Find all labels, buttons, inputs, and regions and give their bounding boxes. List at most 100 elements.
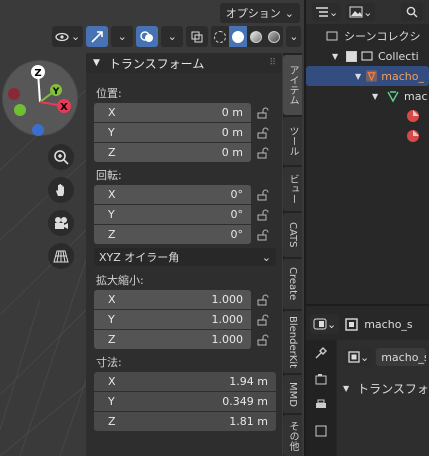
- rotation-x-field[interactable]: X 0°: [94, 185, 251, 204]
- viewport-nav-buttons: [48, 144, 74, 269]
- options-dropdown[interactable]: オプション ⌄: [219, 3, 300, 23]
- armature-object-icon: [366, 70, 378, 82]
- drag-handle-icon[interactable]: ⠿: [269, 58, 276, 68]
- lock-location-x-icon[interactable]: [257, 107, 269, 119]
- rotation-z-field[interactable]: Z 0°: [94, 225, 251, 244]
- object-row-selected[interactable]: ▼ macho_: [306, 66, 429, 86]
- transform-section-title: トランスフォ: [357, 382, 429, 396]
- dimensions-y-field[interactable]: Y 0.349 m: [94, 392, 276, 411]
- gizmo-y-label: Y: [52, 87, 60, 97]
- pose-row-2[interactable]: [306, 126, 429, 146]
- tab-tool[interactable]: ツール: [283, 117, 302, 165]
- gizmo-arrow-icon: [91, 30, 104, 43]
- tab-tool-settings[interactable]: [306, 340, 336, 366]
- pose-row-1[interactable]: [306, 106, 429, 126]
- material-shading-button[interactable]: [247, 26, 265, 47]
- image-layer-icon: [315, 425, 327, 437]
- tab-render[interactable]: [306, 366, 336, 392]
- overlays-toggle-button[interactable]: [136, 26, 159, 47]
- overlays-dropdown[interactable]: ⌄: [161, 26, 184, 47]
- child-label: mac: [404, 89, 428, 103]
- object-browse-dropdown[interactable]: ⌄: [345, 348, 373, 366]
- gizmo-neg-x-dot[interactable]: [8, 88, 20, 100]
- visibility-dropdown[interactable]: ⌄: [52, 26, 84, 47]
- display-mode-dropdown[interactable]: ⌄: [312, 3, 342, 21]
- lock-location-y-icon[interactable]: [257, 127, 269, 139]
- lock-location-z-icon[interactable]: [257, 147, 269, 159]
- outliner-search-button[interactable]: [401, 3, 423, 21]
- tab-cats[interactable]: CATS: [283, 213, 302, 257]
- rotation-mode-select[interactable]: XYZ オイラー角 ⌄: [94, 248, 276, 266]
- properties-editor-icon: [313, 318, 327, 330]
- expand-triangle-icon[interactable]: ▼: [372, 92, 386, 101]
- lock-rotation-z-icon[interactable]: [257, 229, 269, 241]
- child-data-row[interactable]: ▼ mac: [306, 86, 429, 106]
- tab-view-layer[interactable]: [306, 418, 336, 444]
- material-sphere-icon: [250, 30, 263, 43]
- lock-rotation-y-icon[interactable]: [257, 209, 269, 221]
- object-icon: [345, 317, 358, 331]
- object-name-field[interactable]: macho_sa: [376, 348, 427, 366]
- solid-sphere-icon: [232, 30, 245, 43]
- scale-y-field[interactable]: Y 1.000: [94, 310, 251, 329]
- solid-shading-button[interactable]: [229, 26, 248, 47]
- active-object-name: macho_s: [364, 317, 413, 331]
- expand-triangle-icon[interactable]: ▼: [332, 52, 346, 61]
- wireframe-shading-button[interactable]: [211, 26, 229, 47]
- pan-button[interactable]: [48, 177, 74, 203]
- lock-scale-z-icon[interactable]: [257, 334, 269, 346]
- gizmo-x-label: X: [60, 102, 68, 113]
- tool-icon: [315, 347, 327, 359]
- location-z-field[interactable]: Z 0 m: [94, 143, 251, 162]
- gizmo-neg-z-dot[interactable]: [32, 124, 44, 136]
- zoom-button[interactable]: [48, 144, 74, 170]
- scale-z-field[interactable]: Z 1.000: [94, 330, 251, 349]
- 3d-viewport[interactable]: オプション ⌄ ⌄ ⌄ ⌄ ⌄ Z Y X ▼ トランスフォーム ⠿ 位置: X…: [0, 0, 304, 456]
- camera-view-button[interactable]: [48, 210, 74, 236]
- lock-scale-y-icon[interactable]: [257, 314, 269, 326]
- filter-dropdown[interactable]: ⌄: [346, 3, 376, 21]
- tab-mmd[interactable]: MMD: [283, 375, 302, 413]
- collection-row[interactable]: ▼ Collecti: [306, 46, 429, 66]
- collapse-triangle-icon: ▼: [93, 58, 100, 68]
- transform-section-header[interactable]: ▼ トランスフォ: [343, 380, 429, 397]
- axis-label: Y: [108, 208, 115, 221]
- navigation-gizmo[interactable]: Z Y X: [2, 60, 78, 136]
- tab-output[interactable]: [306, 392, 336, 418]
- rotation-y-field[interactable]: Y 0°: [94, 205, 251, 224]
- eye-icon: [55, 32, 69, 41]
- tab-create[interactable]: Create: [283, 259, 302, 309]
- include-checkbox[interactable]: [346, 50, 357, 62]
- camera-icon: [55, 217, 68, 229]
- blender-window: オプション ⌄ ⌄ ⌄ ⌄ ⌄ Z Y X ▼ トランスフォーム ⠿ 位置: X…: [0, 0, 429, 456]
- lock-rotation-x-icon[interactable]: [257, 189, 269, 201]
- lock-scale-x-icon[interactable]: [257, 294, 269, 306]
- transform-panel-header[interactable]: ▼ トランスフォーム ⠿: [86, 53, 282, 73]
- shading-dropdown[interactable]: ⌄: [286, 26, 302, 47]
- tab-blenderkit[interactable]: BlenderKit: [283, 311, 302, 373]
- xray-toggle-button[interactable]: [186, 26, 209, 47]
- dimensions-x-field[interactable]: X 1.94 m: [94, 372, 276, 391]
- tab-other[interactable]: その他: [283, 415, 302, 456]
- axis-label: Z: [108, 415, 116, 428]
- location-y-field[interactable]: Y 0 m: [94, 123, 251, 142]
- collection-box-icon: [361, 51, 373, 61]
- tab-label: CATS: [287, 222, 298, 248]
- location-x-field[interactable]: X 0 m: [94, 103, 251, 122]
- gizmo-dropdown[interactable]: ⌄: [111, 26, 134, 47]
- collection-box-icon: [326, 31, 338, 41]
- rendered-shading-button[interactable]: [265, 26, 283, 47]
- axis-label: Z: [108, 333, 116, 346]
- gizmo-neg-y-dot[interactable]: [14, 104, 26, 116]
- dimensions-z-field[interactable]: Z 1.81 m: [94, 412, 276, 431]
- editor-type-dropdown[interactable]: ⌄: [310, 314, 340, 334]
- collapse-triangle-icon: ▼: [343, 384, 350, 393]
- perspective-toggle-button[interactable]: [48, 243, 74, 269]
- scale-x-field[interactable]: X 1.000: [94, 290, 251, 309]
- gizmo-toggle-button[interactable]: [86, 26, 109, 47]
- expand-triangle-icon[interactable]: ▼: [355, 72, 366, 81]
- tab-view[interactable]: ビュー: [283, 167, 302, 211]
- chevron-down-icon: ⌄: [360, 350, 370, 364]
- scene-collection-row[interactable]: シーンコレクシ: [306, 26, 429, 46]
- tab-item[interactable]: アイテム: [283, 55, 302, 115]
